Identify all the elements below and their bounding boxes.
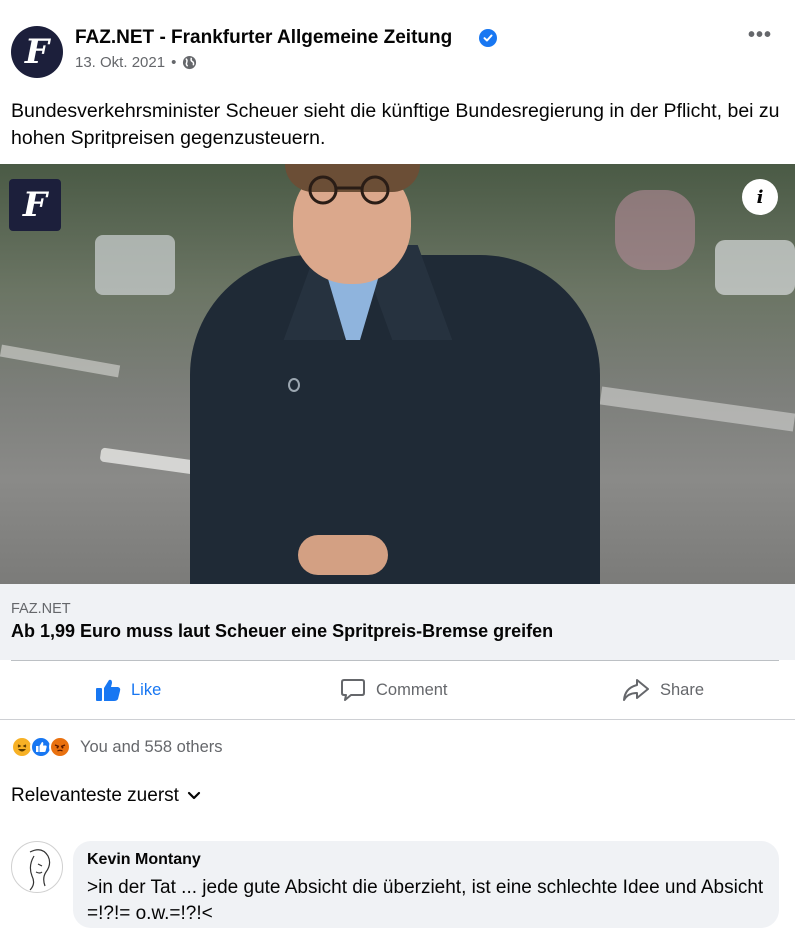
share-label: Share: [660, 680, 705, 699]
background-blur: [615, 190, 695, 270]
reactions-summary[interactable]: You and 558 others: [11, 735, 223, 759]
globe-icon[interactable]: [182, 55, 197, 70]
meta-separator: •: [171, 54, 177, 71]
road-marking: [0, 344, 121, 378]
link-domain: FAZ.NET: [11, 601, 71, 617]
reactions-count[interactable]: You and 558 others: [80, 738, 223, 757]
sort-label: Relevanteste zuerst: [11, 785, 179, 806]
thumbs-up-icon: [96, 679, 121, 701]
image-logo-badge: F: [9, 179, 61, 231]
divider: [0, 719, 795, 720]
chevron-down-icon: [187, 791, 201, 800]
page-avatar[interactable]: F: [11, 26, 63, 78]
comment-sort-dropdown[interactable]: Relevanteste zuerst: [11, 785, 201, 807]
road-marking: [599, 386, 795, 432]
comment-button[interactable]: Comment: [340, 661, 448, 719]
comment-bubble: Kevin Montany >in der Tat ... jede gute …: [73, 841, 779, 928]
info-button[interactable]: i: [742, 179, 778, 215]
comment-icon: [341, 679, 365, 701]
link-title: Ab 1,99 Euro muss laut Scheuer eine Spri…: [11, 621, 554, 641]
commenter-avatar[interactable]: [11, 841, 63, 893]
angry-reaction-icon: [49, 736, 71, 758]
link-preview-card[interactable]: FAZ.NET Ab 1,99 Euro muss laut Scheuer e…: [0, 584, 795, 660]
page-name[interactable]: FAZ.NET - Frankfurter Allgemeine Zeitung: [75, 27, 452, 49]
faz-logo-letter: F: [22, 185, 48, 225]
post-actions-bar: Like Comment Share: [0, 661, 795, 719]
more-options-icon[interactable]: •••: [748, 24, 772, 47]
background-car: [95, 235, 175, 295]
like-button[interactable]: Like: [95, 661, 161, 719]
sketch-portrait-icon: [29, 849, 51, 891]
share-icon: [623, 679, 649, 701]
post-text: Bundesverkehrsminister Scheuer sieht die…: [11, 100, 780, 149]
post-meta: 13. Okt. 2021 •: [75, 54, 197, 71]
comment-label: Comment: [376, 680, 448, 699]
post-image[interactable]: [0, 164, 795, 584]
like-label: Like: [131, 680, 162, 699]
background-car: [715, 240, 795, 295]
person-hands: [298, 535, 388, 575]
comment-author[interactable]: Kevin Montany: [87, 851, 201, 869]
post-header: F FAZ.NET - Frankfurter Allgemeine Zeitu…: [0, 0, 795, 92]
share-button[interactable]: Share: [622, 661, 704, 719]
glasses-icon: [308, 175, 390, 205]
verified-badge-icon: [479, 29, 497, 47]
comment-text: >in der Tat ... jede gute Absicht die üb…: [87, 877, 764, 924]
post-date[interactable]: 13. Okt. 2021: [75, 54, 165, 71]
faz-logo-letter: F: [24, 32, 50, 72]
coat-button: [288, 378, 300, 392]
